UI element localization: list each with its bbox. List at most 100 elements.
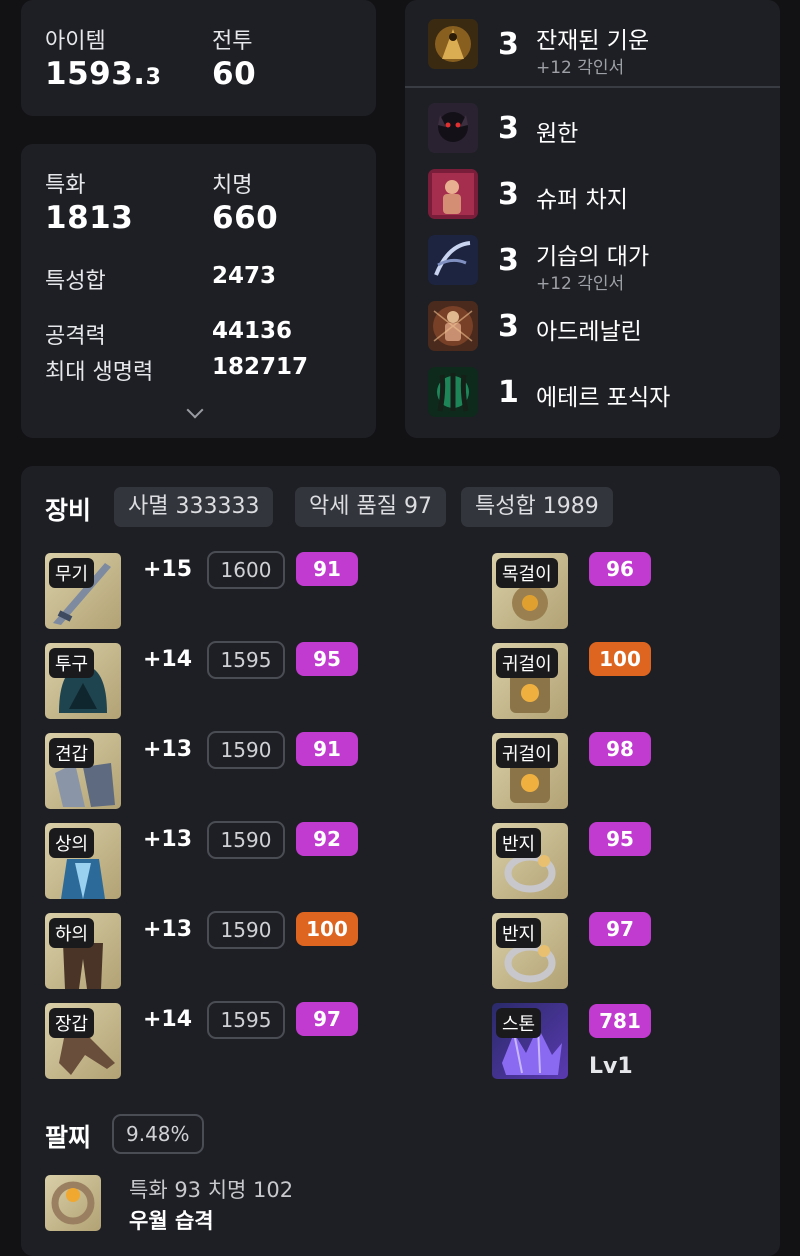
- engraving-ether-predator-icon: [428, 367, 478, 417]
- engraving-level: 3: [498, 111, 519, 146]
- stone-level: Lv1: [589, 1054, 633, 1079]
- upgrade-level: +14: [143, 647, 193, 672]
- helmet-slot[interactable]: 투구: [45, 643, 121, 719]
- upgrade-level: +13: [143, 917, 193, 942]
- item-level-box: 1595: [207, 641, 285, 679]
- engraving-row[interactable]: 3 기습의 대가 +12 각인서: [428, 235, 768, 294]
- item-level-box: 1590: [207, 911, 285, 949]
- slot-label: 스톤: [496, 1008, 542, 1038]
- engraving-book: +12 각인서: [536, 58, 625, 78]
- stat-total-value: 2473: [212, 263, 277, 289]
- engraving-name: 기습의 대가: [536, 244, 650, 270]
- upgrade-level: +13: [143, 737, 193, 762]
- quality-badge: 100: [296, 912, 358, 946]
- ring-slot[interactable]: 반지: [492, 913, 568, 989]
- attack-label: 공격력: [45, 324, 106, 349]
- ring-slot[interactable]: 반지: [492, 823, 568, 899]
- quality-badge: 95: [589, 822, 651, 856]
- engraving-divider: [405, 86, 780, 88]
- slot-label: 귀걸이: [496, 648, 558, 678]
- engraving-master-ambush-icon: [428, 235, 478, 285]
- stat-total-label: 특성합: [45, 269, 106, 294]
- slot-label: 장갑: [49, 1008, 95, 1038]
- slot-label: 하의: [49, 918, 95, 948]
- combat-level-label: 전투: [212, 29, 253, 54]
- engraving-row[interactable]: 1 에테르 포식자: [428, 367, 768, 421]
- slot-label: 귀걸이: [496, 738, 558, 768]
- quality-badge: 98: [589, 732, 651, 766]
- crit-label: 치명: [212, 173, 253, 198]
- necklace-slot[interactable]: 목걸이: [492, 553, 568, 629]
- engraving-level: 3: [498, 243, 519, 278]
- accessory-quality-chip: 악세 품질 97: [295, 487, 446, 527]
- gloves-slot[interactable]: 장갑: [45, 1003, 121, 1079]
- quality-badge: 781: [589, 1004, 651, 1038]
- engraving-level: 3: [498, 177, 519, 212]
- stone-slot[interactable]: 스톤: [492, 1003, 568, 1079]
- bracelet-slot[interactable]: [45, 1175, 101, 1231]
- equipment-title: 장비: [45, 496, 92, 525]
- bracelet-stats: 특화 93 치명 102: [129, 1178, 294, 1202]
- combat-level-value: 60: [212, 56, 257, 92]
- engraving-name: 아드레날린: [536, 319, 642, 345]
- pants-slot[interactable]: 하의: [45, 913, 121, 989]
- bracelet-percent: 9.48%: [112, 1114, 204, 1154]
- engraving-row[interactable]: 3 잔재된 기운 +12 각인서: [428, 19, 768, 78]
- engraving-name: 슈퍼 차지: [536, 187, 628, 213]
- engraving-row[interactable]: 3 원한: [428, 103, 768, 157]
- engraving-super-charge-icon: [428, 169, 478, 219]
- quality-badge: 91: [296, 552, 358, 586]
- slot-label: 반지: [496, 918, 542, 948]
- item-level-fraction: 3: [145, 65, 162, 90]
- item-level-value: 1593.3: [45, 56, 161, 92]
- engraving-name: 잔재된 기운: [536, 28, 650, 54]
- stat-total-chip: 특성합 1989: [461, 487, 613, 527]
- upgrade-level: +14: [143, 1007, 193, 1032]
- max-hp-value: 182717: [212, 354, 309, 380]
- shoulder-slot[interactable]: 견갑: [45, 733, 121, 809]
- chest-slot[interactable]: 상의: [45, 823, 121, 899]
- stats-card[interactable]: 특화 1813 치명 660 특성합 2473 공격력 44136 최대 생명력…: [21, 144, 376, 438]
- attack-value: 44136: [212, 318, 293, 344]
- spec-value: 1813: [45, 200, 134, 236]
- bracelet-effects: 우월 습격: [129, 1209, 214, 1233]
- item-level-box: 1595: [207, 1001, 285, 1039]
- item-level-label: 아이템: [45, 29, 106, 54]
- crit-value: 660: [212, 200, 279, 236]
- engraving-row[interactable]: 3 슈퍼 차지: [428, 169, 768, 223]
- item-level-main: 1593.: [45, 56, 146, 92]
- quality-badge: 97: [589, 912, 651, 946]
- slot-label: 목걸이: [496, 558, 558, 588]
- slot-label: 상의: [49, 828, 95, 858]
- upgrade-level: +13: [143, 827, 193, 852]
- quality-badge: 95: [296, 642, 358, 676]
- engraving-book: +12 각인서: [536, 274, 625, 294]
- bracelet-icon: [51, 1181, 95, 1225]
- set-effect-chip: 사멸 333333: [114, 487, 274, 527]
- item-level-box: 1590: [207, 731, 285, 769]
- item-level-box: 1590: [207, 821, 285, 859]
- spec-label: 특화: [45, 173, 86, 198]
- engraving-row[interactable]: 3 아드레날린: [428, 301, 768, 355]
- slot-label: 반지: [496, 828, 542, 858]
- item-level-box: 1600: [207, 551, 285, 589]
- weapon-slot[interactable]: 무기: [45, 553, 121, 629]
- engraving-level: 3: [498, 27, 519, 62]
- quality-badge: 92: [296, 822, 358, 856]
- slot-label: 무기: [49, 558, 95, 588]
- engraving-name: 에테르 포식자: [536, 385, 671, 411]
- earring-slot[interactable]: 귀걸이: [492, 733, 568, 809]
- engraving-level: 3: [498, 309, 519, 344]
- slot-label: 투구: [49, 648, 95, 678]
- engraving-level: 1: [498, 375, 519, 410]
- engraving-grudge-icon: [428, 103, 478, 153]
- quality-badge: 91: [296, 732, 358, 766]
- engraving-adrenaline-icon: [428, 301, 478, 351]
- earring-slot[interactable]: 귀걸이: [492, 643, 568, 719]
- slot-label: 견갑: [49, 738, 95, 768]
- quality-badge: 97: [296, 1002, 358, 1036]
- bracelet-title: 팔찌: [45, 1123, 92, 1152]
- max-hp-label: 최대 생명력: [45, 360, 154, 385]
- engraving-remnant-energy-icon: [428, 19, 478, 69]
- level-summary-card: 아이템 1593.3 전투 60: [21, 0, 376, 116]
